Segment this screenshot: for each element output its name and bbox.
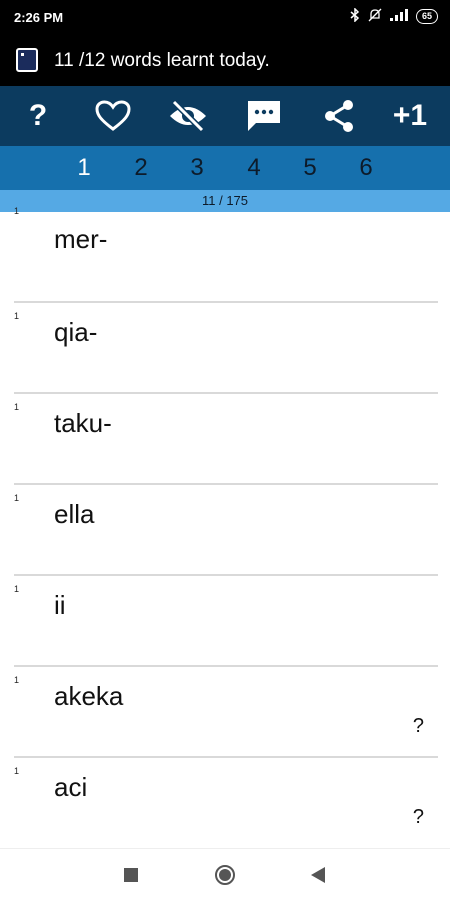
circle-icon bbox=[215, 865, 235, 885]
word-text: ella bbox=[54, 499, 95, 529]
recents-button[interactable] bbox=[119, 863, 143, 887]
word-level: 1 bbox=[14, 766, 20, 776]
chat-icon bbox=[248, 101, 280, 131]
status-icons: 65 bbox=[350, 7, 438, 25]
battery-icon: 65 bbox=[415, 9, 438, 24]
back-button[interactable] bbox=[306, 863, 330, 887]
list-item[interactable]: 1 ii bbox=[14, 576, 438, 667]
word-level: 1 bbox=[14, 493, 20, 503]
comment-button[interactable] bbox=[236, 86, 292, 146]
word-level: 1 bbox=[14, 675, 20, 685]
tab-3[interactable]: 3 bbox=[182, 154, 212, 182]
help-button[interactable]: ? bbox=[10, 86, 66, 146]
list-item[interactable]: 1 mer- bbox=[14, 206, 438, 303]
square-icon bbox=[124, 868, 138, 882]
action-toolbar: ? +1 bbox=[0, 86, 450, 146]
status-time: 2:26 PM bbox=[14, 10, 64, 25]
share-icon bbox=[325, 100, 353, 132]
list-item[interactable]: 1 ella bbox=[14, 485, 438, 576]
eye-off-icon bbox=[170, 100, 206, 132]
word-text: qia- bbox=[54, 317, 98, 347]
hide-button[interactable] bbox=[160, 86, 216, 146]
word-text: mer- bbox=[54, 224, 108, 254]
mute-icon bbox=[368, 8, 382, 25]
tab-2[interactable]: 2 bbox=[126, 154, 156, 182]
hint-mark[interactable]: ? bbox=[413, 715, 424, 738]
share-button[interactable] bbox=[311, 86, 367, 146]
word-level: 1 bbox=[14, 402, 20, 412]
word-text: aci bbox=[54, 772, 88, 802]
plus-one-icon: +1 bbox=[392, 99, 428, 132]
home-button[interactable] bbox=[213, 863, 237, 887]
list-item[interactable]: 1 aci ? bbox=[14, 758, 438, 847]
word-text: taku- bbox=[54, 408, 112, 438]
word-list: 1 mer- 1 qia- 1 taku- 1 ella 1 ii 1 akek… bbox=[0, 206, 450, 847]
tab-4[interactable]: 4 bbox=[239, 154, 269, 182]
word-level: 1 bbox=[14, 206, 20, 216]
plus-one-button[interactable]: +1 bbox=[382, 86, 438, 146]
hint-mark[interactable]: ? bbox=[413, 806, 424, 829]
status-bar: 2:26 PM 65 bbox=[0, 0, 450, 36]
words-learnt-text: 11 /12 words learnt today. bbox=[54, 50, 270, 71]
word-text: akeka bbox=[54, 681, 124, 711]
list-item[interactable]: 1 qia- bbox=[14, 303, 438, 394]
help-icon: ? bbox=[28, 99, 48, 132]
word-level: 1 bbox=[14, 311, 20, 321]
back-triangle-icon bbox=[311, 867, 325, 883]
word-text: ii bbox=[54, 590, 66, 620]
word-level: 1 bbox=[14, 584, 20, 594]
list-item[interactable]: 1 taku- bbox=[14, 394, 438, 485]
system-nav-bar bbox=[0, 848, 450, 901]
tab-1[interactable]: 1 bbox=[69, 154, 99, 182]
list-item[interactable]: 1 akeka ? bbox=[14, 667, 438, 758]
tab-5[interactable]: 5 bbox=[295, 154, 325, 182]
tab-6[interactable]: 6 bbox=[351, 154, 381, 182]
signal-icon bbox=[389, 9, 408, 24]
word-progress: 11 / 175 bbox=[0, 190, 450, 212]
lesson-tabs: 1 2 3 4 5 6 bbox=[0, 146, 450, 190]
favorite-button[interactable] bbox=[85, 86, 141, 146]
heart-icon bbox=[95, 100, 131, 131]
bluetooth-icon bbox=[350, 7, 360, 25]
app-icon bbox=[16, 48, 38, 72]
progress-notification: 11 /12 words learnt today. bbox=[0, 36, 450, 86]
